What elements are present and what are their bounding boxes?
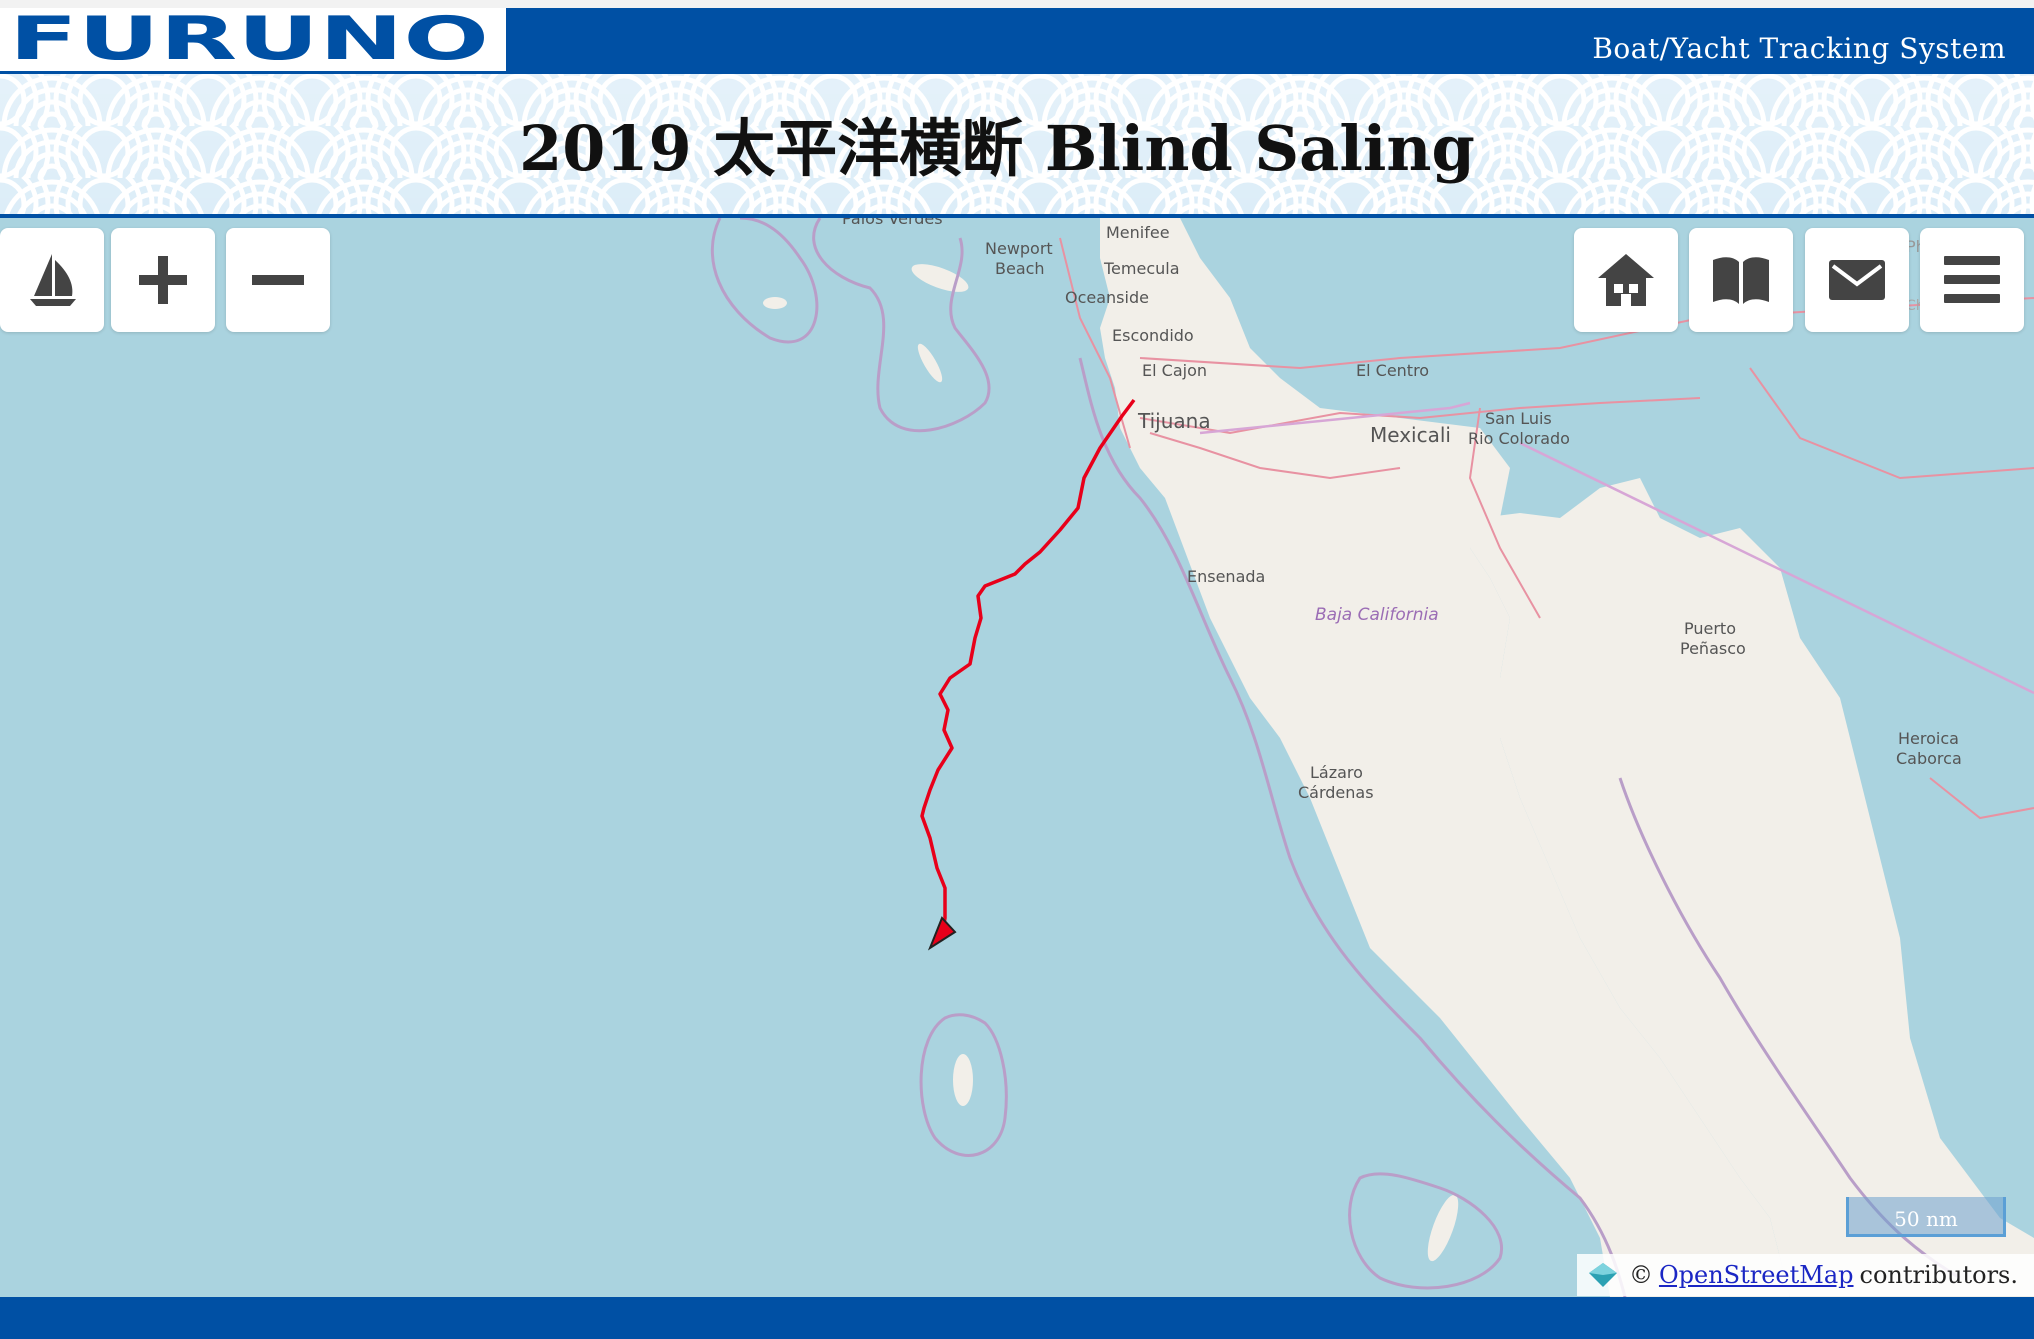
attribution-prefix: © — [1628, 1261, 1653, 1289]
island-small — [763, 297, 787, 309]
label-baja-california: Baja California — [1315, 605, 1439, 625]
vessel-marker — [927, 916, 957, 951]
logo-box[interactable]: FURUNO — [0, 8, 506, 71]
label-el-cajon: El Cajon — [1142, 361, 1207, 380]
zoom-out-button[interactable] — [226, 228, 330, 332]
book-icon — [1713, 257, 1769, 304]
map-attribution: © OpenStreetMap contributors. — [1576, 1254, 2034, 1296]
map-view[interactable]: Palos Verdes Newport Beach Menifee Temec… — [0, 218, 2034, 1297]
label-puerto: Puerto — [1684, 619, 1736, 638]
salton-sea — [1327, 252, 1377, 328]
label-ensenada: Ensenada — [1187, 567, 1265, 586]
plus-icon — [139, 256, 187, 304]
label-newport: Newport — [985, 239, 1053, 258]
mail-icon — [1829, 260, 1885, 300]
hamburger-icon — [1944, 256, 2000, 303]
title-banner: 2019 太平洋横断 Blind Saling — [0, 74, 2034, 218]
label-beach: Beach — [995, 259, 1045, 278]
logo-text: FURUNO — [9, 12, 489, 66]
label-cardenas: Cárdenas — [1298, 783, 1374, 802]
label-caborca: Caborca — [1896, 749, 1962, 768]
sailboat-icon — [30, 254, 76, 306]
tagline: Boat/Yacht Tracking System — [1592, 32, 2006, 65]
label-lazaro: Lázaro — [1310, 763, 1363, 782]
home-button[interactable] — [1574, 228, 1678, 332]
label-oceanside: Oceanside — [1065, 288, 1149, 307]
openlayers-icon — [1588, 1263, 1617, 1287]
page-title: 2019 太平洋横断 Blind Saling — [519, 112, 1475, 185]
map-canvas[interactable]: Palos Verdes Newport Beach Menifee Temec… — [0, 218, 2034, 1297]
label-heroica: Heroica — [1898, 729, 1959, 748]
island-clemente — [917, 343, 943, 383]
label-palos-verdes: Palos Verdes — [842, 218, 943, 228]
scale-bar: 50 nm — [1846, 1197, 2006, 1237]
boat-button[interactable] — [0, 228, 104, 332]
label-mexicali: Mexicali — [1370, 423, 1451, 447]
minus-icon — [252, 275, 304, 285]
mail-button[interactable] — [1805, 228, 1909, 332]
label-penasco: Peñasco — [1680, 639, 1746, 658]
label-rio-colorado: Rio Colorado — [1468, 429, 1570, 448]
zoom-in-button[interactable] — [111, 228, 215, 332]
browser-top-strip — [0, 0, 2034, 8]
logbook-button[interactable] — [1689, 228, 1793, 332]
island-guadalupe — [953, 1054, 973, 1106]
site-footer — [0, 1297, 2034, 1339]
attribution-suffix: contributors. — [1859, 1261, 2018, 1289]
label-menifee: Menifee — [1106, 223, 1170, 242]
label-san-luis: San Luis — [1485, 409, 1552, 428]
vessel-track — [920, 398, 1136, 937]
label-escondido: Escondido — [1112, 326, 1194, 345]
home-icon — [1598, 254, 1654, 306]
menu-button[interactable] — [1920, 228, 2024, 332]
label-el-centro: El Centro — [1356, 361, 1429, 380]
furuno-logo: FURUNO — [9, 12, 489, 66]
label-temecula: Temecula — [1103, 259, 1180, 278]
osm-link[interactable]: OpenStreetMap — [1659, 1261, 1854, 1289]
island-cedros — [1427, 1194, 1459, 1262]
label-tijuana: Tijuana — [1137, 409, 1211, 433]
